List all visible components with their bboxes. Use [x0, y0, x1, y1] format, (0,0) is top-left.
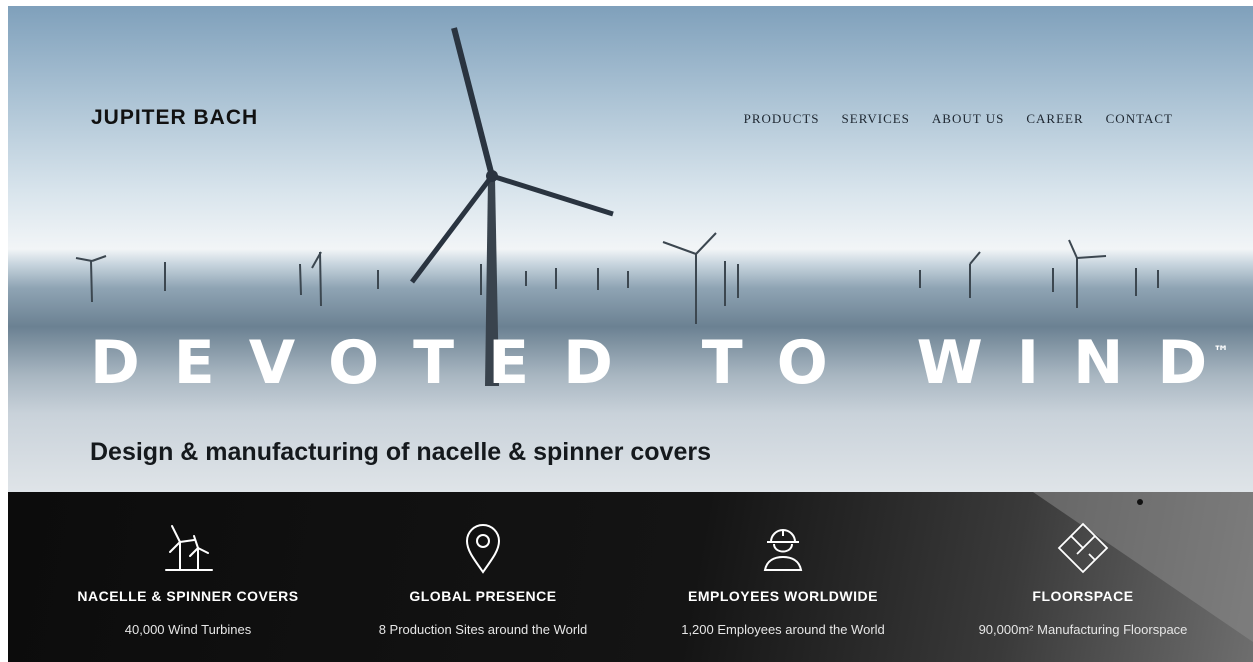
stat-nacelle-covers: NACELLE & SPINNER COVERS 40,000 Wind Tur…	[48, 492, 328, 637]
location-pin-icon	[465, 524, 501, 574]
stat-global-presence: GLOBAL PRESENCE 8 Production Sites aroun…	[343, 492, 623, 637]
nav-services[interactable]: SERVICES	[842, 111, 910, 127]
nav-contact[interactable]: CONTACT	[1106, 111, 1173, 127]
worker-helmet-icon	[763, 529, 803, 571]
headline-text: DEVOTED TO WIND	[90, 328, 1242, 398]
page: JUPITER BACH PRODUCTS SERVICES ABOUT US …	[0, 0, 1253, 662]
stat-desc: 90,000m² Manufacturing Floorspace	[978, 622, 1188, 637]
stat-desc: 40,000 Wind Turbines	[124, 622, 252, 637]
stat-title: GLOBAL PRESENCE	[409, 588, 557, 604]
stat-floorspace: FLOORSPACE 90,000m² Manufacturing Floors…	[943, 492, 1223, 637]
main-nav: PRODUCTS SERVICES ABOUT US CAREER CONTAC…	[744, 111, 1173, 127]
stat-desc: 8 Production Sites around the World	[378, 622, 588, 637]
nav-about-us[interactable]: ABOUT US	[932, 111, 1004, 127]
stat-desc: 1,200 Employees around the World	[681, 622, 885, 637]
stat-title: NACELLE & SPINNER COVERS	[77, 588, 299, 604]
offshore-wind-farm-image	[75, 27, 1159, 386]
stat-title: EMPLOYEES WORLDWIDE	[688, 588, 878, 604]
nav-career[interactable]: CAREER	[1026, 111, 1083, 127]
stats-band: NACELLE & SPINNER COVERS 40,000 Wind Tur…	[8, 492, 1253, 662]
brand-logo[interactable]: JUPITER BACH	[91, 106, 258, 130]
nav-products[interactable]: PRODUCTS	[744, 111, 820, 127]
wind-turbines-icon	[165, 525, 213, 571]
hero-tagline: Design & manufacturing of nacelle & spin…	[90, 438, 711, 466]
stat-employees: EMPLOYEES WORLDWIDE 1,200 Employees arou…	[643, 492, 923, 637]
hero-headline: DEVOTED TO WIND™	[90, 328, 1253, 398]
trademark-symbol: ™	[1213, 342, 1230, 361]
stat-title: FLOORSPACE	[1032, 588, 1134, 604]
floorplan-icon	[1057, 522, 1109, 574]
hero-banner: JUPITER BACH PRODUCTS SERVICES ABOUT US …	[8, 6, 1253, 492]
